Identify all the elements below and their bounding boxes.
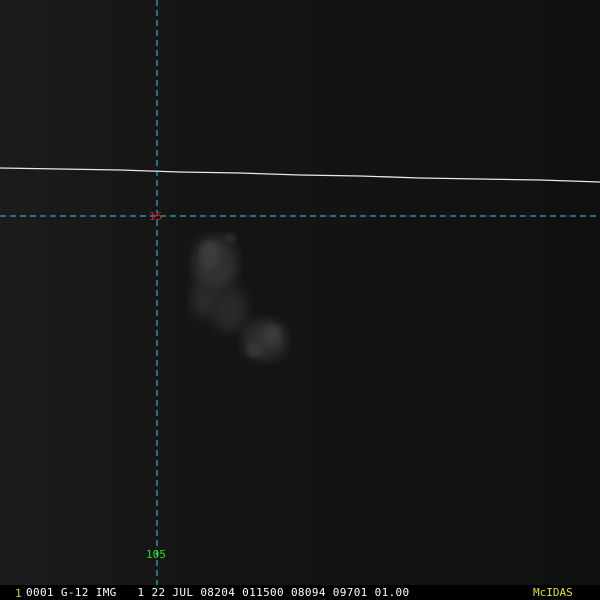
- image-header-text: 0001 G-12 IMG 1 22 JUL 08204 011500 0809…: [26, 586, 410, 599]
- satellite-image-viewer: 15 105 1 0001 G-12 IMG 1 22 JUL 08204 01…: [0, 0, 600, 600]
- longitude-label: 105: [146, 548, 166, 561]
- satellite-imagery: [0, 0, 600, 585]
- software-name: McIDAS: [533, 586, 573, 599]
- frame-number: 1: [15, 587, 22, 600]
- latitude-label: 15: [149, 210, 163, 223]
- image-background: [0, 0, 600, 585]
